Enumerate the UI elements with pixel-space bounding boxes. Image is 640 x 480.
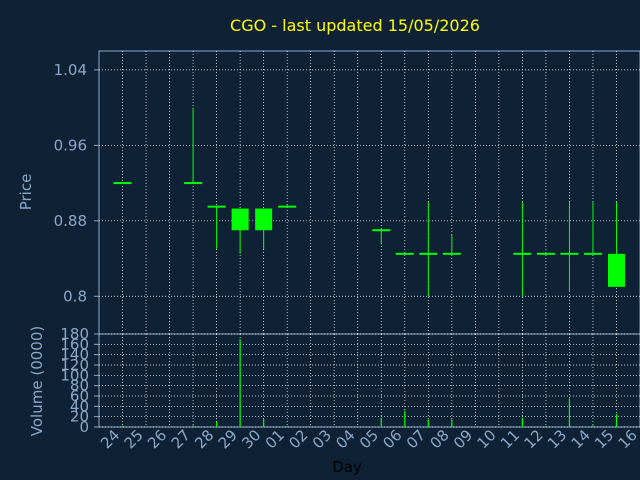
candle	[395, 252, 414, 255]
candle	[113, 182, 132, 185]
candle-body	[442, 252, 461, 255]
price-y-axis-label: Price	[17, 174, 35, 211]
candle-body	[583, 252, 602, 255]
price-y-tick-label: 0.88	[54, 212, 87, 230]
x-axis-ticks: 2425262728293001020304050607080910111213…	[97, 426, 640, 452]
candle-body	[184, 182, 203, 185]
chart-title: CGO - last updated 15/05/2026	[230, 16, 480, 35]
x-axis-label: Day	[332, 458, 362, 476]
chart-background	[0, 0, 640, 480]
candle-body	[255, 208, 273, 231]
candle-body	[419, 252, 438, 255]
volume-y-axis-label: Volume (0000)	[28, 326, 46, 436]
candle-body	[231, 208, 249, 231]
candle-body	[513, 252, 532, 255]
stock-chart: CGO - last updated 15/05/2026 0.8 0.88 0.9…	[0, 0, 640, 480]
price-y-tick-label: 1.04	[54, 61, 87, 79]
volume-y-tick-label: 180	[60, 325, 89, 343]
price-y-tick-label: 0.96	[54, 136, 87, 154]
candle-body	[536, 252, 555, 255]
candle-body	[372, 229, 391, 232]
candle-body	[207, 205, 226, 208]
candle-body	[560, 252, 579, 255]
candle	[536, 252, 555, 255]
candle-body	[395, 252, 414, 255]
candle-body	[278, 205, 297, 208]
candle-body	[607, 253, 625, 287]
candle-body	[113, 182, 132, 185]
price-y-tick-label: 0.8	[63, 287, 87, 305]
